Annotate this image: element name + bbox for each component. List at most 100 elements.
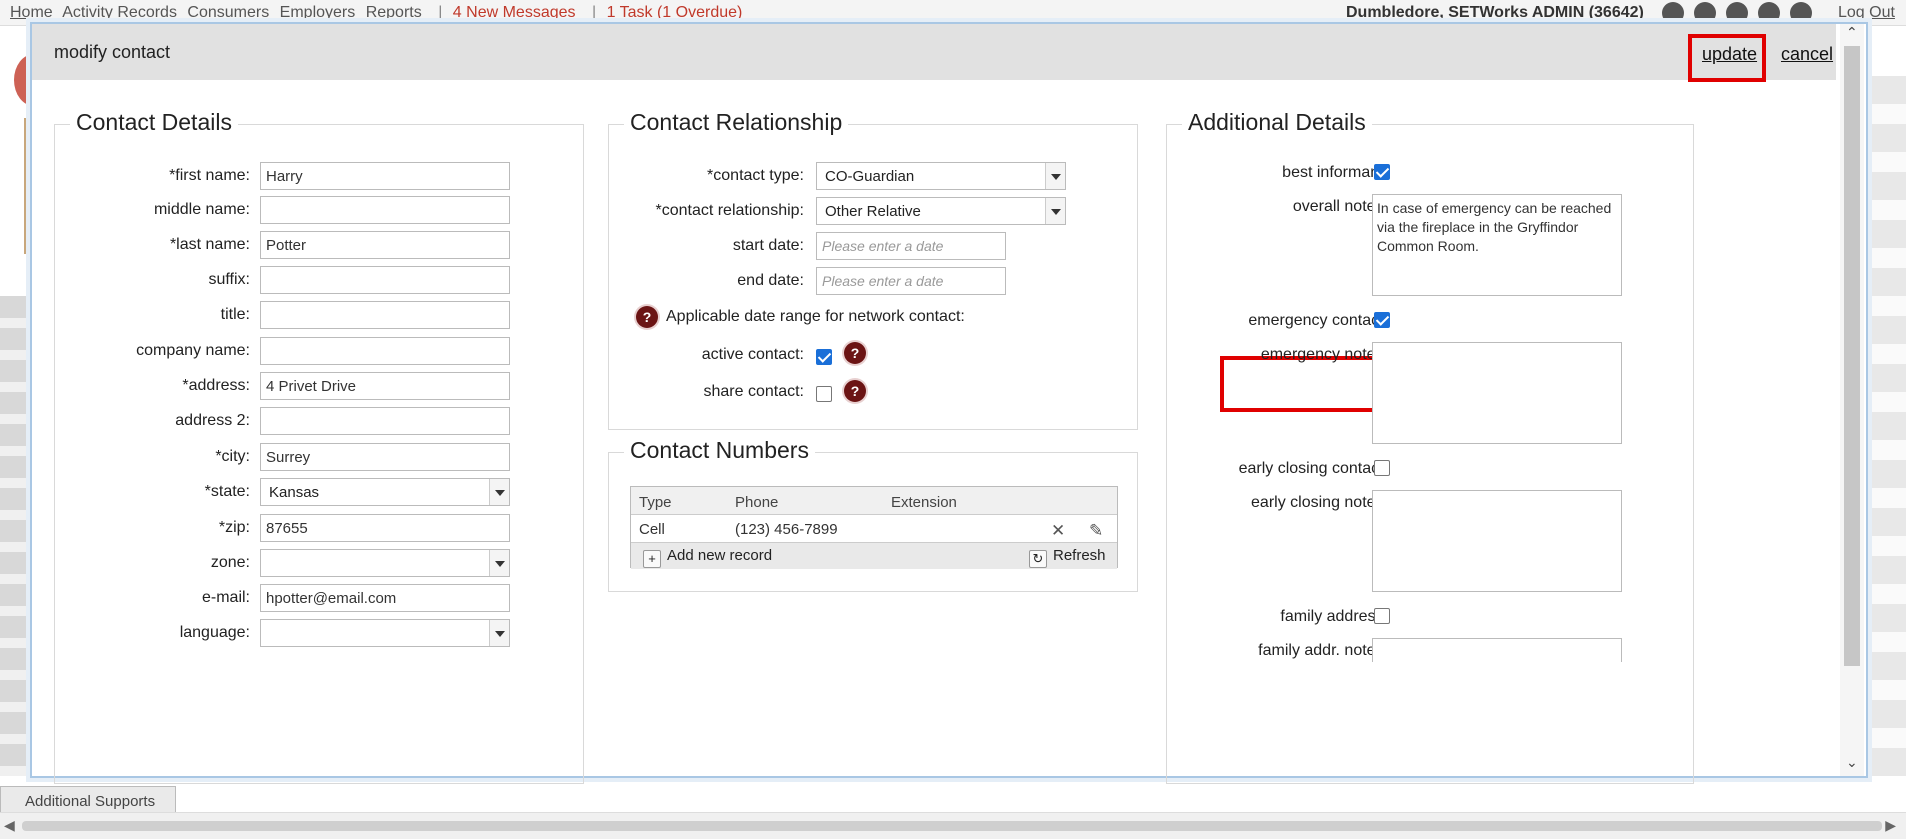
chevron-down-icon[interactable] <box>489 479 509 505</box>
scroll-left-icon[interactable]: ◀ <box>4 817 15 834</box>
chevron-down-icon[interactable] <box>1045 198 1065 224</box>
nav-home[interactable]: Home <box>10 4 53 21</box>
column-phone[interactable]: Phone <box>735 494 778 511</box>
zip-input[interactable]: 87655 <box>260 514 510 542</box>
state-select[interactable]: Kansas <box>260 478 510 506</box>
column-extension[interactable]: Extension <box>891 494 957 511</box>
table-row[interactable]: Cell (123) 456-7899 ✕ ✎ <box>631 515 1117 543</box>
active-contact-checkbox[interactable] <box>816 349 832 365</box>
language-select[interactable] <box>260 619 510 647</box>
scroll-right-icon[interactable]: ▶ <box>1885 817 1896 834</box>
dialog-header: modify contact update cancel <box>32 24 1836 82</box>
chevron-down-icon[interactable] <box>489 620 509 646</box>
grid-toolbar: + Add new record ↻ Refresh <box>631 543 1117 569</box>
refresh-icon: ↻ <box>1029 550 1047 568</box>
overall-notes-label: overall notes: <box>1292 198 1388 215</box>
cell-phone: (123) 456-7899 <box>735 521 838 538</box>
contact-type-value: CO-Guardian <box>825 168 915 185</box>
start-date-label: start date: <box>732 237 804 254</box>
address2-label: address 2: <box>175 412 250 429</box>
emergency-notes-textarea[interactable] <box>1372 342 1622 444</box>
best-informant-label: best informant: <box>1282 164 1388 181</box>
contact-relationship-title: Contact Relationship <box>624 109 849 136</box>
help-icon[interactable]: ? <box>636 306 658 328</box>
scroll-up-icon[interactable]: ⌃ <box>1846 24 1858 41</box>
overall-notes-textarea[interactable]: In case of emergency can be reached via … <box>1372 194 1622 296</box>
cell-type: Cell <box>639 521 665 538</box>
scrollbar-thumb[interactable] <box>22 821 1882 831</box>
first-name-input[interactable]: Harry <box>260 162 510 190</box>
share-contact-checkbox[interactable] <box>816 386 832 402</box>
tab-additional-supports[interactable]: Additional Supports <box>0 786 176 814</box>
company-name-input[interactable] <box>260 337 510 365</box>
emergency-contact-checkbox[interactable] <box>1374 312 1390 328</box>
add-new-record-button[interactable]: + Add new record <box>643 547 772 568</box>
home-icon[interactable] <box>1662 2 1684 24</box>
gear-icon[interactable] <box>1790 2 1812 24</box>
city-label: *city: <box>215 448 250 465</box>
last-name-input[interactable]: Potter <box>260 231 510 259</box>
nav-tasks[interactable]: 1 Task (1 Overdue) <box>607 4 743 21</box>
grid-header: Type Phone Extension <box>631 487 1117 515</box>
language-label: language: <box>179 624 250 641</box>
address2-input[interactable] <box>260 407 510 435</box>
state-value: Kansas <box>269 484 320 501</box>
chevron-down-icon[interactable] <box>1045 163 1065 189</box>
dialog-scrollbar[interactable]: ⌃ ⌄ <box>1840 24 1864 776</box>
end-date-input[interactable]: Please enter a date <box>816 267 1006 295</box>
contact-relationship-label: *contact relationship: <box>655 202 804 219</box>
nav-activity-records[interactable]: Activity Records <box>62 4 177 21</box>
city-input[interactable]: Surrey <box>260 443 510 471</box>
nav-icons <box>1662 2 1812 24</box>
early-closing-notes-textarea[interactable] <box>1372 490 1622 592</box>
help-icon[interactable]: ? <box>844 380 866 402</box>
title-input[interactable] <box>260 301 510 329</box>
email-input[interactable]: hpotter@email.com <box>260 584 510 612</box>
help-icon[interactable] <box>1758 2 1780 24</box>
scroll-down-icon[interactable]: ⌄ <box>1846 754 1858 771</box>
logout-link[interactable]: Log Out <box>1838 4 1895 22</box>
modify-contact-dialog: modify contact update cancel ⌃ ⌄ Contact… <box>30 22 1868 784</box>
horizontal-scrollbar[interactable]: ◀ ▶ <box>0 812 1906 839</box>
best-informant-checkbox[interactable] <box>1374 164 1390 180</box>
start-date-input[interactable]: Please enter a date <box>816 232 1006 260</box>
refresh-button[interactable]: ↻ Refresh <box>1029 547 1106 568</box>
zip-label: *zip: <box>218 519 250 536</box>
nav-consumers[interactable]: Consumers <box>187 4 269 21</box>
address-input[interactable]: 4 Privet Drive <box>260 372 510 400</box>
emergency-notes-label: emergency notes: <box>1260 346 1388 363</box>
address-label: *address: <box>182 377 250 394</box>
zone-select[interactable] <box>260 549 510 577</box>
contact-relationship-select[interactable]: Other Relative <box>816 197 1066 225</box>
nav-reports[interactable]: Reports <box>366 4 422 21</box>
delete-icon[interactable]: ✕ <box>1051 521 1065 541</box>
update-highlight <box>1688 34 1766 82</box>
early-closing-contact-checkbox[interactable] <box>1374 460 1390 476</box>
chevron-down-icon[interactable] <box>489 550 509 576</box>
cancel-button[interactable]: cancel <box>1781 44 1833 65</box>
help-icon[interactable]: ? <box>844 342 866 364</box>
column-type[interactable]: Type <box>639 494 672 511</box>
nav-employers[interactable]: Employers <box>280 4 356 21</box>
family-address-checkbox[interactable] <box>1374 608 1390 624</box>
dialog-scrollbar-thumb[interactable] <box>1844 46 1860 666</box>
contact-details-title: Contact Details <box>70 109 238 136</box>
middle-name-label: middle name: <box>153 201 250 218</box>
active-contact-label: active contact: <box>701 346 804 363</box>
family-addr-notes-textarea[interactable] <box>1372 638 1622 662</box>
share-contact-label: share contact: <box>703 383 805 400</box>
contact-type-label: *contact type: <box>707 167 804 184</box>
additional-details-title: Additional Details <box>1182 109 1372 136</box>
users-icon[interactable] <box>1694 2 1716 24</box>
nav-separator: | <box>438 4 443 21</box>
last-name-label: *last name: <box>169 236 250 253</box>
suffix-input[interactable] <box>260 266 510 294</box>
nav-messages[interactable]: 4 New Messages <box>453 4 576 21</box>
contact-type-select[interactable]: CO-Guardian <box>816 162 1066 190</box>
edit-pencil-icon[interactable]: ✎ <box>1089 521 1103 541</box>
contact-relationship-value: Other Relative <box>825 203 921 220</box>
middle-name-input[interactable] <box>260 196 510 224</box>
family-address-label: family address: <box>1280 608 1388 625</box>
briefcase-icon[interactable] <box>1726 2 1748 24</box>
zone-label: zone: <box>210 554 250 571</box>
